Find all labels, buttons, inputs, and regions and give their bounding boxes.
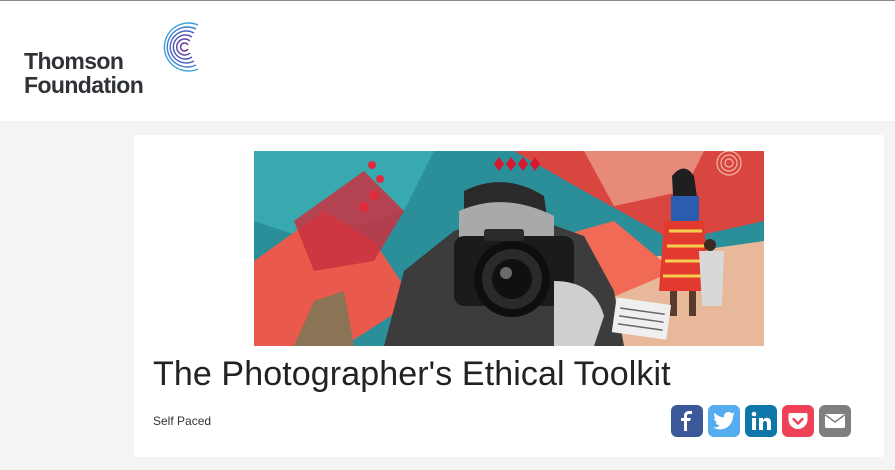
share-linkedin-button[interactable]	[745, 405, 777, 437]
share-bar	[671, 405, 851, 437]
facebook-icon	[681, 411, 692, 431]
share-pocket-button[interactable]	[782, 405, 814, 437]
email-icon	[825, 414, 845, 428]
linkedin-icon	[751, 411, 771, 430]
share-twitter-button[interactable]	[708, 405, 740, 437]
concentric-circles-icon	[163, 22, 199, 72]
logo-line-2: Foundation	[24, 72, 144, 98]
logo-line-1: Thomson	[24, 48, 124, 74]
course-pace: Self Paced	[153, 414, 212, 428]
share-email-button[interactable]	[819, 405, 851, 437]
pocket-icon	[788, 413, 808, 429]
course-hero-image	[254, 151, 764, 346]
thomson-foundation-logo[interactable]: Thomson Foundation	[24, 21, 204, 105]
course-card: The Photographer's Ethical Toolkit Self …	[134, 135, 884, 457]
course-title: The Photographer's Ethical Toolkit	[153, 355, 671, 393]
twitter-icon	[713, 412, 735, 430]
share-facebook-button[interactable]	[671, 405, 703, 437]
logo-wordmark: Thomson Foundation	[24, 48, 144, 98]
site-header: Thomson Foundation	[0, 1, 895, 121]
